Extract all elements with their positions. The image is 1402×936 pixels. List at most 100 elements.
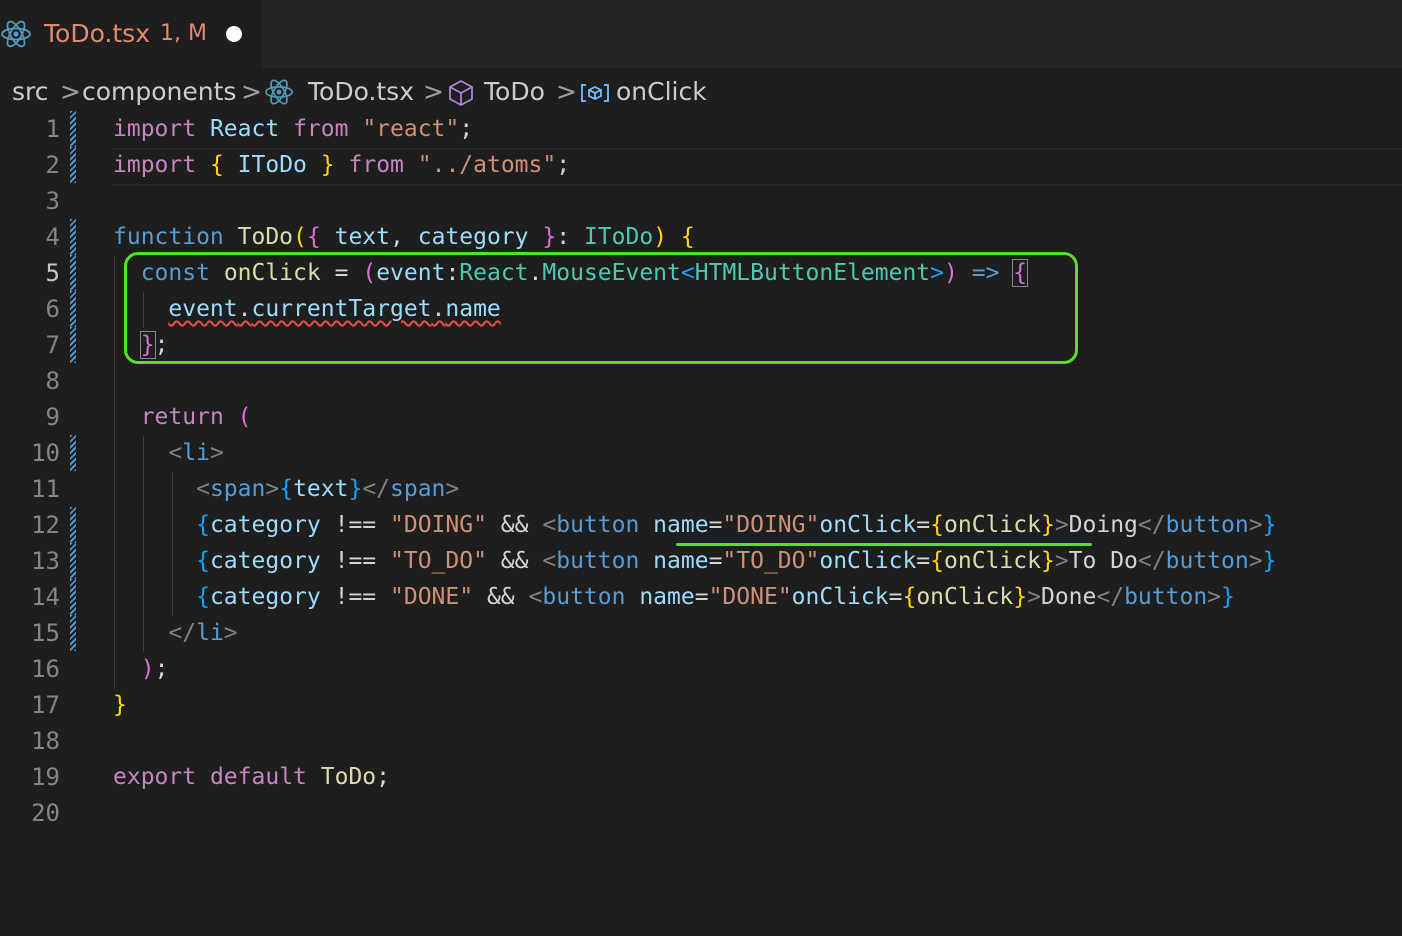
git-modified-marker[interactable] <box>70 579 76 615</box>
token: > <box>445 476 460 502</box>
token: !== <box>334 512 377 538</box>
token: button <box>556 512 640 538</box>
git-modified-marker[interactable] <box>70 291 76 327</box>
token: } <box>113 692 127 718</box>
git-modified-marker[interactable] <box>70 435 76 471</box>
code-line: 2 import { IToDo } from "../atoms"; <box>0 147 1402 183</box>
code-text: import { IToDo } from "../atoms"; <box>113 147 570 183</box>
token: = <box>888 584 903 610</box>
line-number: 17 <box>31 691 60 719</box>
code-text: </li> <box>113 615 238 651</box>
git-modified-marker[interactable] <box>70 327 76 363</box>
git-modified-marker[interactable] <box>70 147 76 183</box>
code-line: 13 {category !== "TO_DO" && <button name… <box>0 543 1402 579</box>
code-text: import React from "react"; <box>113 111 473 147</box>
unsaved-dot-icon[interactable] <box>226 26 242 42</box>
token: ) <box>653 224 668 250</box>
react-icon <box>0 18 32 50</box>
token: = <box>916 512 931 538</box>
line-number: 16 <box>31 655 60 683</box>
token: = <box>916 548 931 574</box>
code-text: <span>{text}</span> <box>113 471 459 507</box>
code-line: 16 ); <box>0 651 1402 687</box>
token: ; <box>556 152 571 178</box>
token: } <box>320 152 335 178</box>
token: "TO_DO" <box>722 548 820 574</box>
tab-todo-tsx[interactable]: ToDo.tsx 1, M <box>0 0 262 68</box>
line-number: 11 <box>31 475 60 503</box>
token: > <box>1248 512 1263 538</box>
line-number: 19 <box>31 763 60 791</box>
code-line: 3 <box>0 183 1402 219</box>
line-number: 1 <box>45 115 60 143</box>
token: </ <box>1096 584 1125 610</box>
token: < <box>542 512 557 538</box>
token: name <box>653 512 709 538</box>
git-modified-marker[interactable] <box>70 543 76 579</box>
token: < <box>168 440 183 466</box>
code-text: {category !== "DONE" && <button name="DO… <box>113 579 1235 615</box>
token: "DONE" <box>390 584 474 610</box>
token: button <box>1124 584 1208 610</box>
breadcrumb-item-file[interactable]: ToDo.tsx <box>308 72 414 112</box>
token: ) <box>140 656 155 682</box>
token: name <box>639 584 695 610</box>
token: !== <box>334 584 377 610</box>
token: && <box>500 512 529 538</box>
line-number: 14 <box>31 583 60 611</box>
token: import <box>113 116 197 142</box>
token: > <box>1054 512 1069 538</box>
code-line: 18 <box>0 723 1402 759</box>
breadcrumb-item-symbol[interactable]: onClick <box>616 72 707 112</box>
token: </ <box>168 620 197 646</box>
token: { <box>902 584 917 610</box>
git-modified-marker[interactable] <box>70 111 76 147</box>
token: < <box>528 584 543 610</box>
token: category <box>417 224 529 250</box>
token: } <box>542 224 557 250</box>
token: button <box>542 584 626 610</box>
token: < <box>196 476 210 502</box>
git-modified-marker[interactable] <box>70 219 76 255</box>
breadcrumb-item-components[interactable]: components <box>82 72 236 112</box>
line-number: 20 <box>31 799 60 827</box>
token: ; <box>459 116 474 142</box>
token: category <box>209 548 321 574</box>
breadcrumb-separator: > <box>556 77 577 106</box>
line-number: 15 <box>31 619 60 647</box>
token: { <box>930 512 945 538</box>
token: onClick <box>819 512 917 538</box>
token: < <box>542 548 557 574</box>
token: li <box>182 440 210 466</box>
token: } <box>1040 548 1055 574</box>
token: from <box>293 116 349 142</box>
token: = <box>708 512 723 538</box>
token: </ <box>362 476 391 502</box>
git-modified-marker[interactable] <box>70 507 76 543</box>
code-text: function ToDo({ text, category }: IToDo)… <box>113 219 695 255</box>
token: > <box>223 620 238 646</box>
token: onClick <box>819 548 917 574</box>
code-line: 4 function ToDo({ text, category }: IToD… <box>0 219 1402 255</box>
breadcrumb-item-src[interactable]: src <box>12 72 49 112</box>
token: { <box>196 548 210 574</box>
token: } <box>1262 512 1277 538</box>
token: { <box>306 224 321 250</box>
token: </ <box>1137 512 1166 538</box>
code-text: {category !== "DOING" && <button name="D… <box>113 507 1276 543</box>
code-text: return ( <box>113 399 252 435</box>
token: } <box>1040 512 1055 538</box>
code-line: 8 <box>0 363 1402 399</box>
code-line: 17 } <box>0 687 1402 723</box>
git-modified-marker[interactable] <box>70 255 76 291</box>
token: Done <box>1040 584 1097 610</box>
token: > <box>1054 548 1069 574</box>
token: !== <box>334 548 377 574</box>
token: "DOING" <box>722 512 820 538</box>
token: "DONE" <box>708 584 792 610</box>
token: "react" <box>362 116 460 142</box>
breadcrumb-item-component[interactable]: ToDo <box>484 72 545 112</box>
code-text: {category !== "TO_DO" && <button name="T… <box>113 543 1276 579</box>
git-modified-marker[interactable] <box>70 615 76 651</box>
token: { <box>930 548 945 574</box>
